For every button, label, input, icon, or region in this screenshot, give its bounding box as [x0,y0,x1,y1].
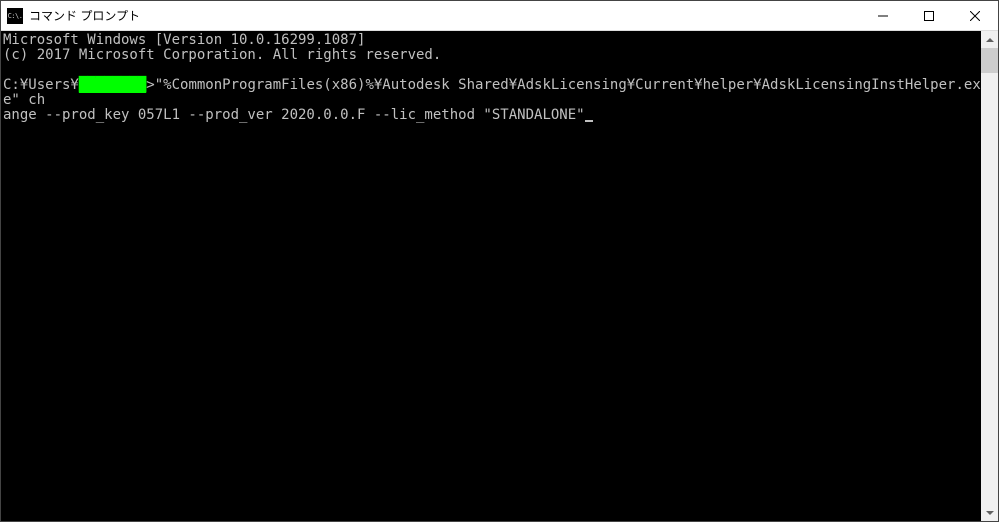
redacted-username: ████████ [79,78,146,93]
close-icon [970,11,980,21]
window-controls [860,1,998,30]
prompt-suffix: > [146,77,154,93]
chevron-up-icon [986,38,994,42]
minimize-button[interactable] [860,1,906,30]
close-button[interactable] [952,1,998,30]
minimize-icon [878,11,888,21]
prompt-prefix: C:¥Users¥ [3,77,79,93]
command-text-2: ange --prod_key 057L1 --prod_ver 2020.0.… [3,107,585,123]
window-title: コマンド プロンプト [29,7,860,24]
scroll-down-button[interactable] [981,504,998,521]
copyright-line: (c) 2017 Microsoft Corporation. All righ… [3,47,441,63]
cmd-icon-text: C:\. [8,12,23,20]
vertical-scrollbar[interactable] [981,31,998,521]
scroll-up-button[interactable] [981,31,998,48]
chevron-down-icon [986,511,994,515]
cmd-icon: C:\. [7,8,23,24]
scroll-track[interactable] [981,48,998,504]
version-line: Microsoft Windows [Version 10.0.16299.10… [3,32,365,48]
window-titlebar: C:\. コマンド プロンプト [1,1,998,31]
console-area: Microsoft Windows [Version 10.0.16299.10… [1,31,998,521]
cursor [585,120,593,122]
maximize-button[interactable] [906,1,952,30]
scroll-thumb[interactable] [981,48,998,73]
console-output[interactable]: Microsoft Windows [Version 10.0.16299.10… [1,31,981,521]
maximize-icon [924,11,934,21]
